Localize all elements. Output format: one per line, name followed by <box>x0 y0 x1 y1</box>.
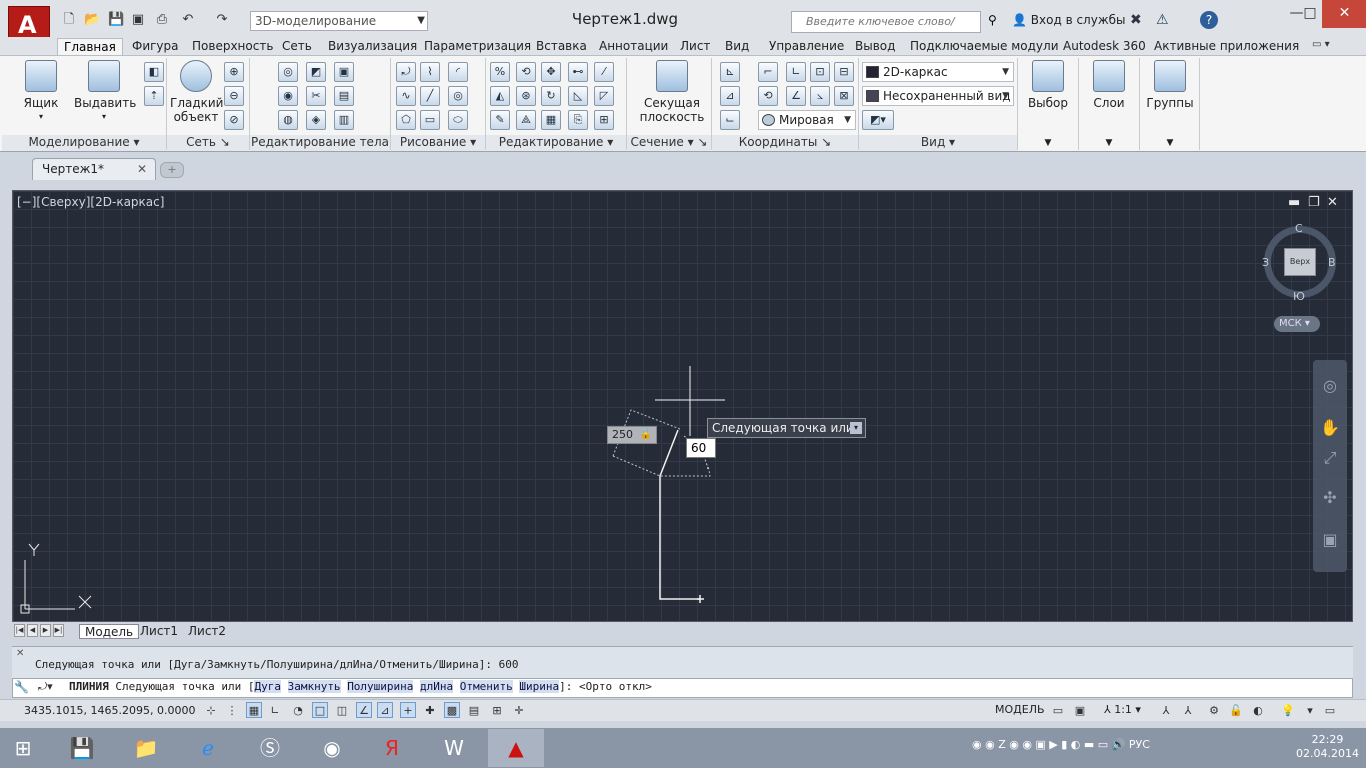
dynamic-input-tooltip: Следующая точка или ▾ <box>707 418 866 438</box>
system-tray: ◉ ◉ Z ◉ ◉ ▣ ▶ ▮ ◐ ▬ ▭ 🔊 РУС <box>972 738 1150 751</box>
dimension-length-input[interactable]: 250 🔒 <box>607 426 657 444</box>
option-width[interactable]: Ширина <box>519 680 560 693</box>
clean-screen-icon[interactable]: ▭ <box>1322 702 1338 718</box>
transparency-icon[interactable]: ▩ <box>444 702 460 718</box>
3d-osnap-icon[interactable]: ◫ <box>334 702 350 718</box>
clock-date: 02.04.2014 <box>1296 747 1359 760</box>
auto-scale-icon[interactable]: ⅄ <box>1180 702 1196 718</box>
annotation-scale[interactable]: ⅄ 1:1 ▾ <box>1104 703 1141 716</box>
grid-icon[interactable]: ▦ <box>246 702 262 718</box>
option-arc[interactable]: Дуга <box>254 680 281 693</box>
internet-explorer-icon[interactable]: ℯ <box>180 729 236 767</box>
model-space-toggle[interactable]: МОДЕЛЬ <box>995 703 1045 716</box>
workspace-switch-icon[interactable]: ⚙ <box>1206 702 1222 718</box>
polar-icon[interactable]: ◔ <box>290 702 306 718</box>
option-length[interactable]: длИна <box>420 680 454 693</box>
skype-icon[interactable]: Ⓢ <box>242 729 298 767</box>
snap-icon[interactable]: ⋮ <box>224 702 240 718</box>
ortho-icon[interactable]: ∟ <box>267 702 283 718</box>
clock[interactable]: 22:29 02.04.2014 <box>1296 733 1359 761</box>
start-icon[interactable]: ⊞ <box>0 729 46 767</box>
lock-icon: 🔒 <box>639 429 652 440</box>
status-menu-icon[interactable]: ▾ <box>1302 702 1318 718</box>
wrench-icon[interactable]: 🔧 <box>14 680 32 696</box>
word-icon[interactable]: W <box>426 729 482 767</box>
first-layout-icon[interactable]: |◀ <box>14 624 25 637</box>
angle-input[interactable]: 60 <box>686 438 716 458</box>
command-history-close-icon[interactable]: ✕ <box>16 648 24 659</box>
infer-constraints-icon[interactable]: ⊹ <box>203 702 219 718</box>
lock-ui-icon[interactable]: 🔓 <box>1228 702 1244 718</box>
annotation-scale-value: 1:1 <box>1114 703 1132 716</box>
dyn-icon[interactable]: + <box>400 702 416 718</box>
save-app-icon[interactable]: 💾 <box>54 729 110 767</box>
command-prompt-text: Следующая точка или [ <box>115 680 255 693</box>
yandex-icon[interactable]: Я <box>364 729 420 767</box>
isolate-objects-icon[interactable]: 💡 <box>1280 702 1296 718</box>
quick-view-layouts-icon[interactable]: ▭ <box>1050 702 1066 718</box>
command-history-line: Следующая точка или [Дуга/Замкнуть/Полуш… <box>35 658 519 671</box>
options-arrow-icon[interactable]: ▾ <box>850 422 862 434</box>
dimension-length-value: 250 <box>612 428 633 441</box>
file-explorer-icon[interactable]: 📁 <box>118 729 174 767</box>
ducs-icon[interactable]: ⊿ <box>377 702 393 718</box>
quick-properties-icon[interactable]: ▤ <box>466 702 482 718</box>
command-name: ПЛИНИЯ <box>69 680 109 693</box>
quick-view-drawings-icon[interactable]: ▣ <box>1072 702 1088 718</box>
layout-tab-model[interactable]: Модель <box>79 624 140 639</box>
otrack-icon[interactable]: ∠ <box>356 702 372 718</box>
coordinates-display[interactable]: 3435.1015, 1465.2095, 0.0000 <box>24 704 195 717</box>
osnap-icon[interactable]: □ <box>312 702 328 718</box>
selection-cycling-icon[interactable]: ⊞ <box>489 702 505 718</box>
command-tail: ]: <Орто откл> <box>559 680 652 693</box>
layout-tab-sheet1[interactable]: Лист1 <box>135 624 183 639</box>
option-undo[interactable]: Отменить <box>459 680 513 693</box>
annotation-monitor-icon[interactable]: ✛ <box>511 702 527 718</box>
command-prompt[interactable]: ПЛИНИЯ Следующая точка или [Дуга Замкнут… <box>69 680 652 693</box>
clock-time: 22:29 <box>1311 733 1344 746</box>
option-halfwidth[interactable]: Полуширина <box>347 680 414 693</box>
option-close[interactable]: Замкнуть <box>287 680 341 693</box>
lineweight-icon[interactable]: ✚ <box>422 702 438 718</box>
next-layout-icon[interactable]: ▶ <box>40 624 51 637</box>
hardware-acceleration-icon[interactable]: ◐ <box>1250 702 1266 718</box>
language-indicator[interactable]: РУС <box>1129 738 1150 751</box>
prev-layout-icon[interactable]: ◀ <box>27 624 38 637</box>
autocad-task-icon[interactable]: ▲ <box>488 729 544 767</box>
layout-tab-sheet2[interactable]: Лист2 <box>183 624 231 639</box>
tooltip-text: Следующая точка или <box>712 421 854 435</box>
ucs-icon <box>20 543 92 614</box>
recent-commands-icon[interactable]: ⤾▾ <box>38 680 53 694</box>
last-layout-icon[interactable]: ▶| <box>53 624 64 637</box>
chrome-icon[interactable]: ◉ <box>304 729 360 767</box>
annotation-visibility-icon[interactable]: ⅄ <box>1158 702 1174 718</box>
